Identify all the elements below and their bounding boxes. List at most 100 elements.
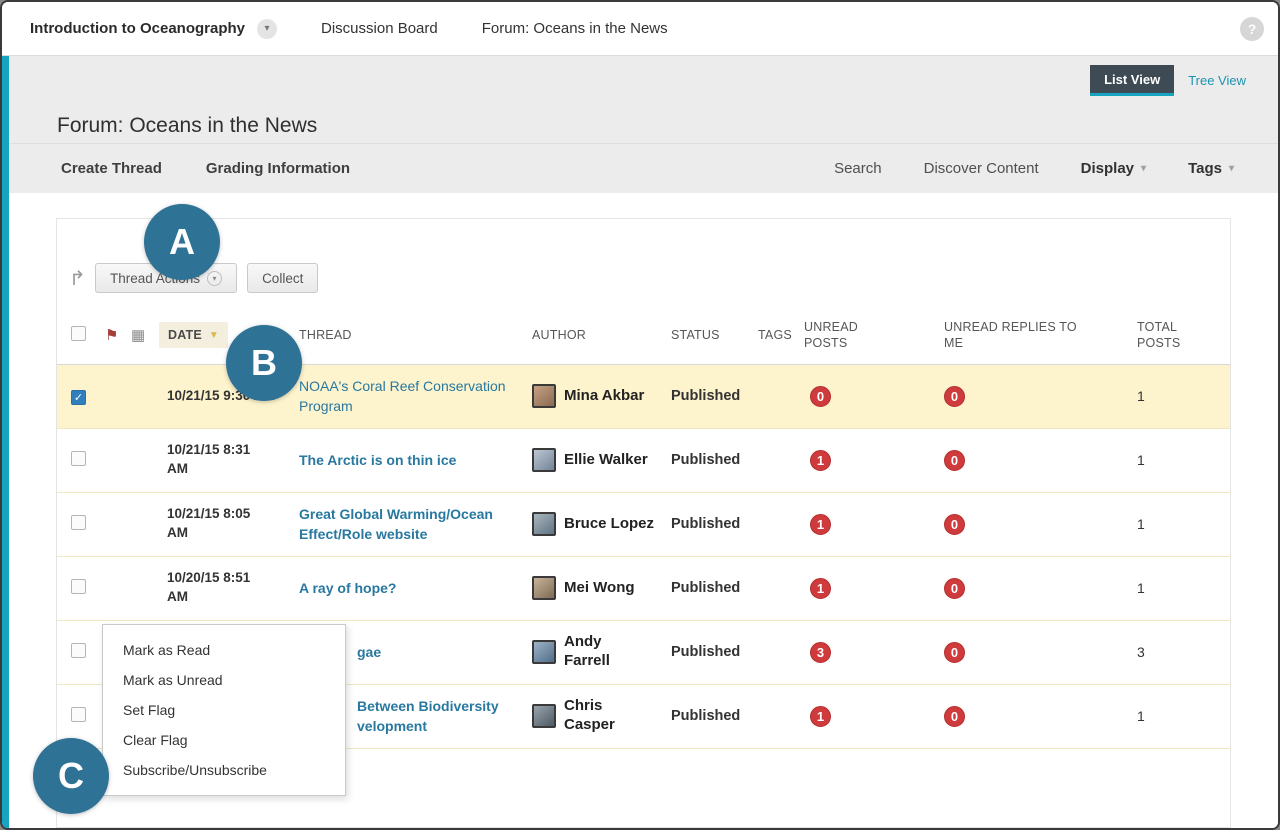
tab-list-view[interactable]: List View (1090, 65, 1174, 96)
avatar (532, 448, 556, 472)
author-name: Mei Wong (564, 579, 635, 598)
list-toolbar-top: ↱ Thread Actions ▾ Collect (57, 263, 1230, 293)
collect-label: Collect (262, 271, 303, 286)
author-cell: Mei Wong (532, 576, 671, 600)
menu-item-set-flag[interactable]: Set Flag (103, 695, 345, 725)
action-bar-right: Search Discover Content Display ▾ Tags▾ (834, 160, 1234, 177)
view-tabs: List View Tree View (1090, 65, 1260, 96)
tags-menu[interactable]: Tags▾ (1188, 160, 1234, 177)
thread-actions-context-menu: Mark as Read Mark as Unread Set Flag Cle… (102, 624, 346, 796)
menu-item-subscribe-unsubscribe[interactable]: Subscribe/Unsubscribe (103, 755, 345, 785)
status-label: Published (671, 516, 758, 532)
total-posts-value: 1 (1137, 580, 1230, 596)
collect-button[interactable]: Collect (247, 263, 318, 293)
discover-content-button[interactable]: Discover Content (924, 160, 1039, 177)
tags-menu-label: Tags (1188, 160, 1222, 177)
author-name: Andy Farrell (564, 633, 616, 671)
search-button[interactable]: Search (834, 160, 882, 177)
column-header-unread-posts: UNREAD POSTS (804, 319, 874, 352)
thread-link[interactable]: The Arctic is on thin ice (299, 450, 532, 470)
row-checkbox[interactable] (71, 390, 86, 405)
column-header-author: AUTHOR (532, 327, 671, 343)
breadcrumb-discussion-board[interactable]: Discussion Board (321, 20, 438, 37)
row-checkbox[interactable] (71, 579, 86, 594)
menu-item-clear-flag[interactable]: Clear Flag (103, 725, 345, 755)
status-label: Published (671, 388, 758, 404)
status-label: Published (671, 708, 758, 724)
thread-date: 10/20/15 8:51 AM (159, 569, 299, 607)
blackboard-discussion-screen: Introduction to Oceanography ▾ Discussio… (0, 0, 1280, 830)
column-header-date[interactable]: DATE ▼ (159, 322, 228, 348)
top-bar: Introduction to Oceanography ▾ Discussio… (2, 2, 1278, 56)
breadcrumb-forum: Forum: Oceans in the News (482, 20, 668, 37)
grading-information-button[interactable]: Grading Information (206, 160, 350, 177)
total-posts-value: 3 (1137, 644, 1230, 660)
column-header-tags: TAGS (758, 327, 804, 343)
column-header-unread-replies: UNREAD REPLIES TO ME (944, 319, 1084, 352)
author-name: Ellie Walker (564, 451, 648, 470)
row-checkbox[interactable] (71, 643, 86, 658)
row-checkbox[interactable] (71, 515, 86, 530)
column-header-total-posts: TOTAL POSTS (1137, 319, 1185, 352)
unread-replies-badge: 0 (944, 386, 965, 407)
total-posts-value: 1 (1137, 452, 1230, 468)
thread-date: 10/21/15 8:05 AM (159, 505, 299, 543)
row-checkbox[interactable] (71, 451, 86, 466)
author-name: Bruce Lopez (564, 515, 654, 534)
action-bar: Create Thread Grading Information Search… (9, 143, 1278, 193)
annotation-circle-c: C (33, 738, 109, 814)
flag-icon[interactable]: ⚑ (105, 326, 131, 346)
action-bar-left: Create Thread Grading Information (61, 160, 350, 177)
unread-posts-badge: 3 (810, 642, 831, 663)
status-label: Published (671, 580, 758, 596)
select-all-checkbox[interactable] (71, 326, 86, 341)
menu-item-mark-as-unread[interactable]: Mark as Unread (103, 665, 345, 695)
page-title: Forum: Oceans in the News (9, 56, 1278, 138)
help-icon[interactable]: ? (1240, 17, 1264, 41)
media-icon[interactable]: ▦ (131, 326, 159, 346)
author-cell: Andy Farrell (532, 633, 671, 671)
table-row[interactable]: 10/21/15 8:05 AM Great Global Warming/Oc… (57, 493, 1230, 557)
total-posts-value: 1 (1137, 708, 1230, 724)
course-title: Introduction to Oceanography (30, 20, 245, 37)
avatar (532, 576, 556, 600)
display-menu-label: Display (1081, 160, 1134, 177)
chevron-down-icon: ▾ (1141, 163, 1146, 174)
unread-replies-badge: 0 (944, 706, 965, 727)
annotation-circle-a: A (144, 204, 220, 280)
course-menu-chevron-icon[interactable]: ▾ (257, 19, 277, 39)
author-cell: Mina Akbar (532, 384, 671, 408)
menu-item-mark-as-read[interactable]: Mark as Read (103, 635, 345, 665)
table-row[interactable]: 10/20/15 8:51 AM A ray of hope? Mei Wong… (57, 557, 1230, 621)
avatar (532, 640, 556, 664)
tab-tree-view[interactable]: Tree View (1174, 65, 1260, 96)
unread-posts-badge: 1 (810, 578, 831, 599)
author-cell: Chris Casper (532, 697, 671, 735)
unread-replies-badge: 0 (944, 514, 965, 535)
author-cell: Ellie Walker (532, 448, 671, 472)
unread-posts-badge: 1 (810, 450, 831, 471)
unread-replies-badge: 0 (944, 578, 965, 599)
thread-link[interactable]: A ray of hope? (299, 578, 532, 598)
avatar (532, 384, 556, 408)
date-header-label: DATE (168, 327, 202, 343)
thread-link[interactable]: NOAA's Coral Reef Conservation Program (299, 376, 532, 417)
table-row[interactable]: 10/21/15 8:31 AM The Arctic is on thin i… (57, 429, 1230, 493)
select-arrow-icon: ↱ (69, 266, 95, 291)
sort-descending-icon: ▼ (209, 329, 219, 342)
avatar (532, 704, 556, 728)
avatar (532, 512, 556, 536)
thread-link[interactable]: Great Global Warming/Ocean Effect/Role w… (299, 504, 532, 545)
total-posts-value: 1 (1137, 516, 1230, 532)
author-cell: Bruce Lopez (532, 512, 671, 536)
forum-header-band: List View Tree View Forum: Oceans in the… (9, 56, 1278, 143)
annotation-circle-b: B (226, 325, 302, 401)
status-label: Published (671, 644, 758, 660)
author-name: Chris Casper (564, 697, 616, 735)
row-checkbox[interactable] (71, 707, 86, 722)
create-thread-button[interactable]: Create Thread (61, 160, 162, 177)
unread-posts-badge: 0 (810, 386, 831, 407)
author-name: Mina Akbar (564, 387, 644, 406)
display-menu[interactable]: Display ▾ (1081, 160, 1146, 177)
thread-date: 10/21/15 8:31 AM (159, 441, 299, 479)
